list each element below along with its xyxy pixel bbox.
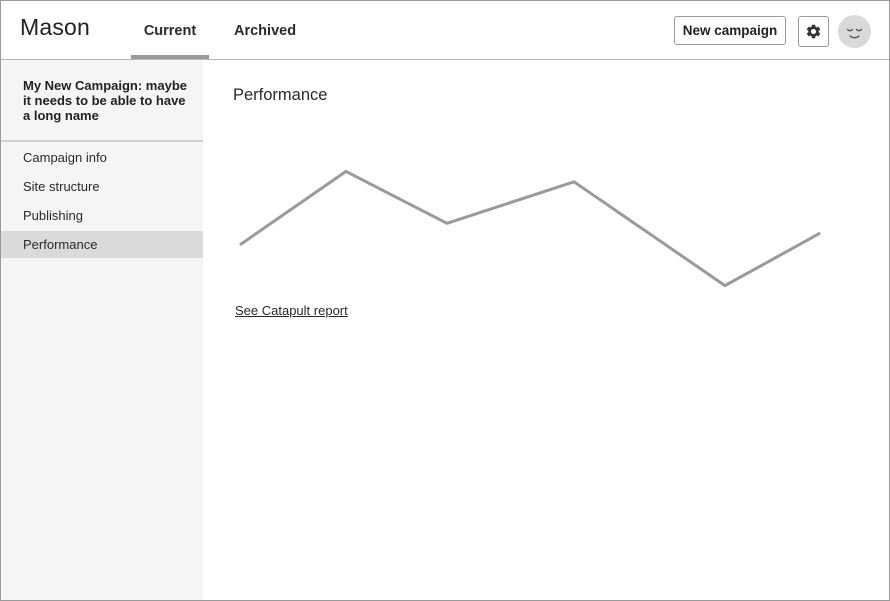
performance-line [239, 169, 821, 288]
app-window: Mason Current Archived New campaign My N… [0, 0, 890, 601]
new-campaign-button[interactable]: New campaign [674, 16, 786, 45]
sidebar: My New Campaign: maybe it needs to be ab… [1, 60, 203, 600]
sidebar-item-site-structure[interactable]: Site structure [1, 173, 203, 200]
tab-archived[interactable]: Archived [234, 23, 296, 39]
user-avatar[interactable] [838, 15, 871, 48]
app-logo: Mason [20, 14, 91, 40]
performance-chart [239, 169, 821, 288]
catapult-report-link[interactable]: See Catapult report [235, 303, 348, 318]
gear-icon [806, 24, 821, 39]
page-title: Performance [233, 86, 328, 104]
top-header: Mason Current Archived New campaign [1, 1, 889, 60]
settings-button[interactable] [798, 16, 829, 47]
campaign-title: My New Campaign: maybe it needs to be ab… [23, 78, 187, 123]
sidebar-item-publishing[interactable]: Publishing [1, 202, 203, 229]
sidebar-item-campaign-info[interactable]: Campaign info [1, 144, 203, 171]
sidebar-divider [1, 140, 203, 142]
sleepy-face-icon [846, 28, 863, 39]
tab-current[interactable]: Current [131, 23, 209, 39]
sidebar-item-performance[interactable]: Performance [1, 231, 203, 258]
active-tab-indicator [131, 55, 209, 59]
